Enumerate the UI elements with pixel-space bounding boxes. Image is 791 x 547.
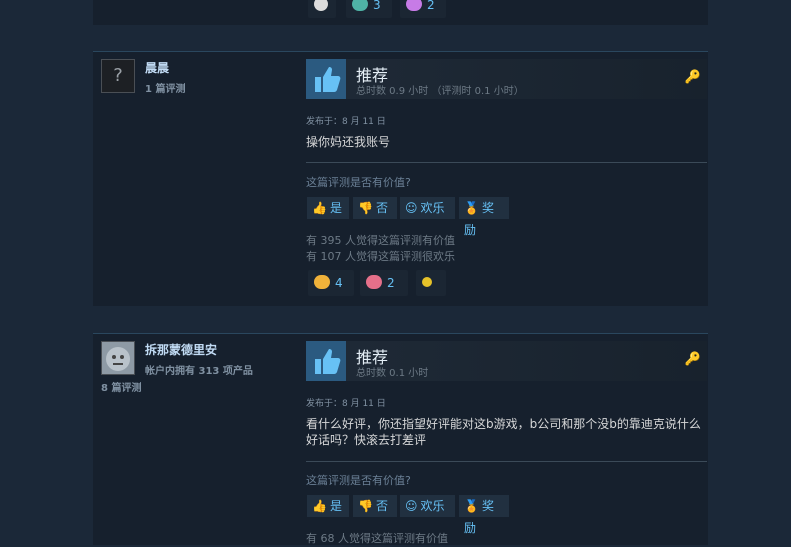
reaction-count: 2 (387, 276, 395, 290)
cat-icon (352, 0, 368, 11)
vote-funny-button[interactable]: ☺ 欢乐 (400, 495, 455, 517)
cat-reaction[interactable]: 3 (346, 0, 392, 18)
reaction-count: 4 (335, 276, 343, 290)
user-avatar[interactable]: ? (101, 59, 135, 93)
award-icon (314, 0, 328, 11)
smiley-icon: ☺ (405, 499, 418, 513)
sparkle-icon (422, 277, 432, 287)
key-icon: 🔑 (684, 70, 701, 85)
vote-yes-button[interactable]: 👍 是 (307, 197, 349, 219)
helpful-question: 这篇评测是否有价值? (306, 474, 411, 487)
play-hours: 总时数 0.9 小时 （评测时 0.1 小时） (356, 86, 524, 97)
vote-funny-button[interactable]: ☺ 欢乐 (400, 197, 455, 219)
username[interactable]: 晨晨 (145, 59, 169, 76)
laughing-reaction[interactable]: 4 (308, 270, 354, 296)
review-count[interactable]: 8 篇评测 (101, 379, 141, 394)
thumbs-up-icon: 👍 (312, 201, 327, 215)
button-label: 欢乐 (420, 499, 445, 513)
flower-icon (406, 0, 422, 11)
funny-stat: 有 107 人觉得这篇评测很欢乐 (306, 250, 455, 263)
heart-hands-icon (366, 275, 382, 289)
helpful-question: 这篇评测是否有价值? (306, 176, 411, 189)
face-avatar-icon (106, 347, 130, 371)
award-button[interactable]: 🏅 奖励 (459, 197, 509, 237)
divider (306, 162, 707, 163)
thumbs-up-icon (306, 341, 346, 381)
button-label: 欢乐 (420, 201, 445, 215)
divider (306, 461, 707, 462)
posted-date: 发布于：8 月 11 日 (306, 399, 386, 409)
thumbs-down-icon: 👎 (358, 499, 373, 513)
review-header: 推荐 总时数 0.9 小时 （评测时 0.1 小时） 🔑 (306, 59, 707, 99)
award-button[interactable]: 🏅 奖励 (459, 495, 509, 535)
award-icon: 🏅 (464, 201, 479, 215)
button-label: 否 (375, 201, 388, 215)
review-card: ? 晨晨 1 篇评测 推荐 总时数 0.9 小时 （评测时 0.1 小时） 🔑 … (93, 51, 708, 306)
review-stats: 有 395 人觉得这篇评测有价值 有 107 人觉得这篇评测很欢乐 (306, 233, 455, 265)
card-divider (93, 333, 708, 334)
review-card: 拆那蒙德里安 帐户内拥有 313 项产品 8 篇评测 推荐 总时数 0.1 小时… (93, 333, 708, 545)
posted-date: 发布于：8 月 11 日 (306, 117, 386, 127)
review-text: 看什么好评，你还指望好评能对这b游戏，b公司和那个没b的靠迪克说什么好话吗？快滚… (306, 417, 701, 447)
button-label: 否 (375, 499, 388, 513)
thumbs-down-icon: 👎 (358, 201, 373, 215)
reaction-count: 3 (373, 0, 381, 12)
vote-no-button[interactable]: 👎 否 (353, 197, 397, 219)
products-owned[interactable]: 帐户内拥有 313 项产品 (145, 362, 253, 377)
thumbs-up-icon: 👍 (312, 499, 327, 513)
sparkle-reaction[interactable] (416, 270, 446, 296)
review-header: 推荐 总时数 0.1 小时 🔑 (306, 341, 707, 381)
award-reaction[interactable] (308, 0, 336, 18)
flower-reaction[interactable]: 2 (400, 0, 446, 18)
button-label: 是 (329, 201, 342, 215)
laughing-emoji-icon (314, 275, 330, 289)
vote-yes-button[interactable]: 👍 是 (307, 495, 349, 517)
key-icon: 🔑 (684, 352, 701, 367)
user-avatar[interactable] (101, 341, 135, 375)
smiley-icon: ☺ (405, 201, 418, 215)
question-mark-icon: ? (113, 65, 123, 86)
vote-no-button[interactable]: 👎 否 (353, 495, 397, 517)
username[interactable]: 拆那蒙德里安 (145, 341, 217, 358)
thumbs-up-icon (306, 59, 346, 99)
reaction-count: 2 (427, 0, 435, 12)
award-icon: 🏅 (464, 499, 479, 513)
card-divider (93, 51, 708, 52)
review-text: 操你妈还我账号 (306, 135, 391, 149)
button-label: 是 (329, 499, 342, 513)
heart-reaction[interactable]: 2 (360, 270, 408, 296)
play-hours: 总时数 0.1 小时 (356, 368, 429, 379)
previous-review-card: 3 2 (93, 0, 708, 25)
helpful-stat: 有 395 人觉得这篇评测有价值 (306, 234, 455, 247)
review-count[interactable]: 1 篇评测 (145, 80, 185, 95)
